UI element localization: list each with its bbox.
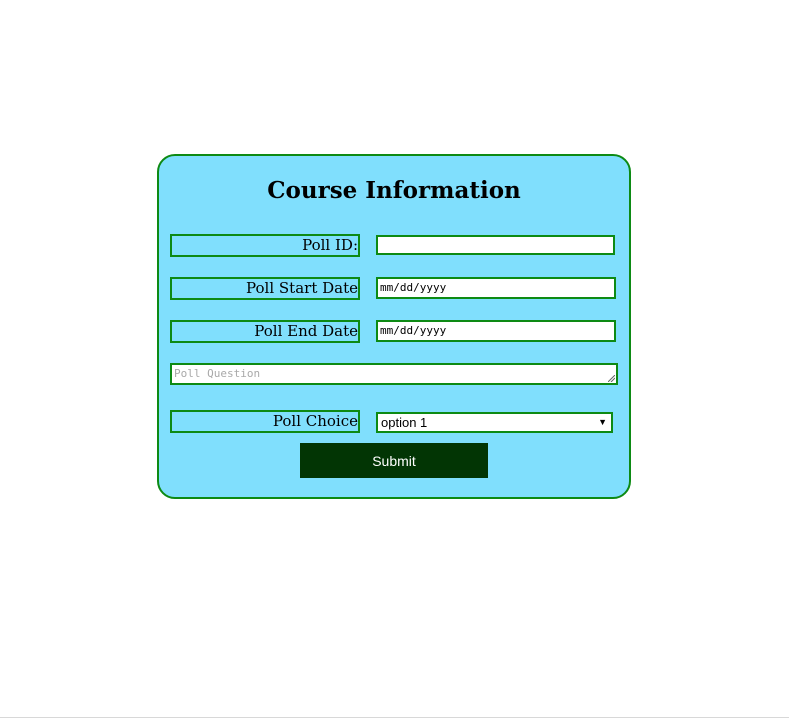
poll-question-textarea[interactable]: Poll Question: [170, 363, 618, 385]
poll-choice-label: Poll Choice: [170, 410, 360, 433]
dropdown-arrow-icon: ▼: [598, 417, 607, 427]
poll-start-date-label: Poll Start Date: [170, 277, 360, 300]
poll-id-label: Poll ID:: [170, 234, 360, 257]
resize-grip-icon[interactable]: [608, 375, 615, 382]
course-information-form: Course Information Poll ID: Poll Start D…: [157, 154, 631, 499]
page-bottom-divider: [0, 717, 789, 718]
page: Course Information Poll ID: Poll Start D…: [0, 0, 789, 721]
poll-choice-select[interactable]: option 1 ▼: [376, 412, 613, 433]
submit-button[interactable]: Submit: [300, 443, 488, 478]
poll-end-date-input[interactable]: mm/dd/yyyy: [376, 320, 616, 342]
form-title: Course Information: [267, 177, 521, 204]
poll-question-placeholder: Poll Question: [174, 367, 261, 380]
poll-start-date-input[interactable]: mm/dd/yyyy: [376, 277, 616, 299]
poll-end-date-label: Poll End Date: [170, 320, 360, 343]
poll-choice-selected-value: option 1: [381, 415, 428, 430]
poll-id-input[interactable]: [376, 235, 615, 255]
